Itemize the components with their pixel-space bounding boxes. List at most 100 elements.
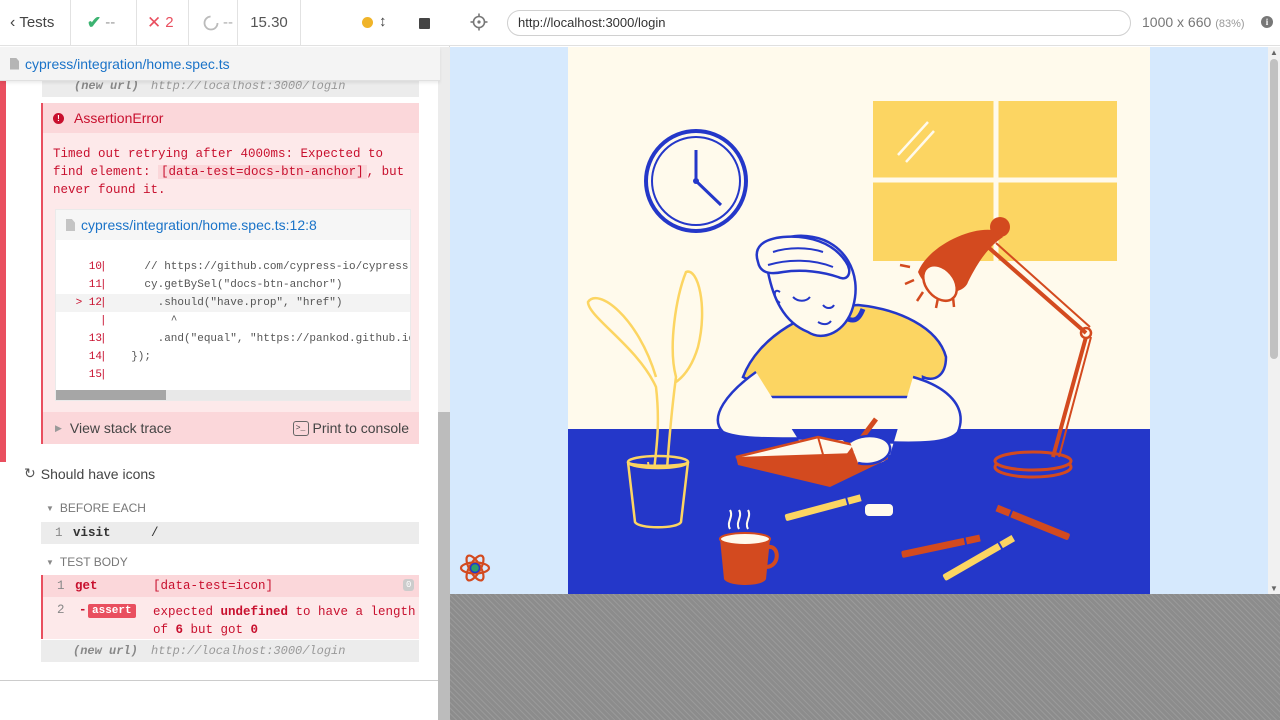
stop-icon[interactable]: [419, 18, 430, 29]
print-to-console-button[interactable]: >_ Print to console: [292, 420, 410, 436]
command-visit[interactable]: 1 visit /: [41, 522, 419, 544]
url-input[interactable]: http://localhost:3000/login: [507, 10, 1131, 36]
assert-value: 0: [250, 623, 259, 637]
line-source: // https://github.com/cypress-io/cypress…: [118, 261, 411, 273]
refine-devtools-icon[interactable]: [458, 551, 492, 585]
chevron-left-icon: ‹: [10, 13, 16, 31]
test-body-hook[interactable]: ▼ TEST BODY: [46, 555, 128, 569]
code-frame: cypress/integration/home.spec.ts:12:8 10…: [55, 209, 411, 401]
command-assert[interactable]: 2 - assert expected undefined to have a …: [41, 597, 419, 639]
code-frame-scrollbar[interactable]: [56, 390, 410, 400]
x-icon: ✕: [147, 12, 162, 32]
code-frame-line: 11 | cy.getBySel("docs-btn-anchor"): [56, 276, 410, 294]
command-new-url[interactable]: (new url) http://localhost:3000/login: [41, 640, 419, 662]
gutter-bar: |: [100, 297, 107, 309]
line-source: .and("equal", "https://pankod.github.io/: [118, 333, 411, 345]
caret-down-icon: ▼: [46, 503, 54, 513]
divider: [0, 680, 438, 681]
view-stack-trace-label: View stack trace: [69, 420, 172, 436]
info-icon[interactable]: i: [1261, 16, 1273, 28]
command-message: [data-test=icon]: [153, 579, 274, 593]
command-message: http://localhost:3000/login: [151, 81, 346, 93]
viewport-scale: (83%): [1215, 18, 1245, 30]
viewport-info: 1000 x 660 (83%): [1142, 14, 1245, 30]
gutter-bar: |: [100, 369, 107, 381]
line-source: cy.getBySel("docs-btn-anchor"): [118, 279, 343, 291]
command-number: 1: [55, 526, 63, 540]
print-to-console-label: Print to console: [312, 420, 410, 436]
command-number: 1: [57, 579, 65, 593]
assert-value: undefined: [220, 605, 289, 619]
code-frame-line: 10 | // https://github.com/cypress-io/cyp…: [56, 258, 411, 276]
tests-label: Tests: [19, 14, 55, 31]
command-dash: -: [79, 603, 87, 617]
cypress-runner: ‹ Tests ✔ -- ✕ 2 -- 15.30 ↕ cypress/inte…: [0, 0, 1280, 720]
spec-header: cypress/integration/home.spec.ts: [0, 47, 440, 81]
error-message: Timed out retrying after 4000ms: Expecte…: [53, 145, 415, 199]
failed-test-indicator: [0, 81, 6, 462]
code-frame-line: 14 | });: [56, 348, 410, 366]
assert-badge: assert: [88, 604, 136, 618]
gutter-bar: |: [100, 315, 107, 327]
scroll-up-icon[interactable]: ▲: [1270, 48, 1278, 57]
refresh-icon: ↻: [24, 465, 36, 481]
scrollbar-thumb[interactable]: [56, 390, 166, 400]
exclamation-icon: !: [53, 112, 64, 124]
gutter-bar: |: [100, 351, 107, 363]
assert-text: but got: [183, 623, 251, 637]
error-panel: ! AssertionError Timed out retrying afte…: [41, 103, 419, 444]
error-selector: [data-test=docs-btn-anchor]: [158, 165, 367, 179]
command-name: (new url): [74, 81, 139, 93]
viewport-size: 1000 x 660: [1142, 14, 1212, 30]
command-message: expected undefined to have a length of 6…: [153, 603, 419, 639]
gutter-bar: |: [100, 333, 107, 345]
error-footer: ▶ View stack trace >_ Print to console: [43, 412, 419, 444]
test-title[interactable]: ↻ Should have icons: [24, 465, 155, 482]
duration: 15.30: [238, 0, 301, 45]
code-frame-line: | ^: [56, 312, 410, 330]
caret-right-icon: ▶: [55, 422, 62, 433]
studying-illustration: [568, 47, 1150, 594]
command-get[interactable]: 1 get [data-test=icon] 0: [41, 575, 419, 597]
reporter-panel: ‹ Tests ✔ -- ✕ 2 -- 15.30 ↕ cypress/inte…: [0, 0, 450, 720]
passed-count: ✔ --: [71, 0, 137, 45]
failed-value: 2: [165, 14, 174, 31]
passed-value: --: [105, 14, 116, 31]
aut-header: http://localhost:3000/login 1000 x 660 (…: [450, 0, 1280, 46]
aut-scrollbar[interactable]: ▲ ▼: [1268, 47, 1280, 594]
selector-playground-icon[interactable]: [470, 13, 488, 31]
error-header: ! AssertionError: [43, 103, 419, 133]
app-under-test: [450, 47, 1268, 594]
pending-circle-icon: [203, 15, 219, 30]
check-icon: ✔: [87, 12, 102, 32]
test-title-label: Should have icons: [40, 465, 156, 482]
gutter-bar: |: [100, 279, 107, 291]
pending-value: --: [223, 14, 233, 31]
line-number: 15: [88, 369, 102, 381]
spec-file-link[interactable]: cypress/integration/home.spec.ts: [25, 56, 230, 72]
hook-label: TEST BODY: [59, 555, 128, 569]
command-name: visit: [73, 526, 111, 540]
file-icon: [66, 219, 75, 231]
pending-count: --: [189, 0, 238, 45]
line-number: 11: [88, 279, 102, 291]
scroll-down-icon[interactable]: ▼: [1270, 584, 1278, 593]
code-frame-line: 13 | .and("equal", "https://pankod.github…: [56, 330, 411, 348]
tests-button[interactable]: ‹ Tests: [0, 0, 71, 45]
before-each-hook[interactable]: ▼ BEFORE EACH: [46, 501, 146, 515]
code-frame-file-link[interactable]: cypress/integration/home.spec.ts:12:8: [81, 217, 317, 233]
line-number: > 12: [75, 297, 102, 309]
runnable-list: (new url) http://localhost:3000/login ! …: [0, 81, 438, 680]
code-frame-line: > 12 | .should("have.prop", "href"): [56, 294, 410, 312]
line-number: 13: [88, 333, 102, 345]
view-stack-trace-button[interactable]: ▶ View stack trace: [55, 420, 172, 436]
command-name: (new url): [73, 644, 138, 658]
command-new-url[interactable]: (new url) http://localhost:3000/login: [42, 81, 419, 97]
line-source: .should("have.prop", "href"): [118, 297, 343, 309]
reporter-scrollbar-thumb[interactable]: [438, 412, 450, 720]
terminal-icon: >_: [292, 420, 309, 436]
scrollbar-thumb[interactable]: [1270, 59, 1278, 359]
toggle-auto-scroll-icon[interactable]: ↕: [379, 13, 387, 30]
file-icon: [10, 57, 19, 70]
stats-bar: ‹ Tests ✔ -- ✕ 2 -- 15.30 ↕: [0, 0, 450, 46]
